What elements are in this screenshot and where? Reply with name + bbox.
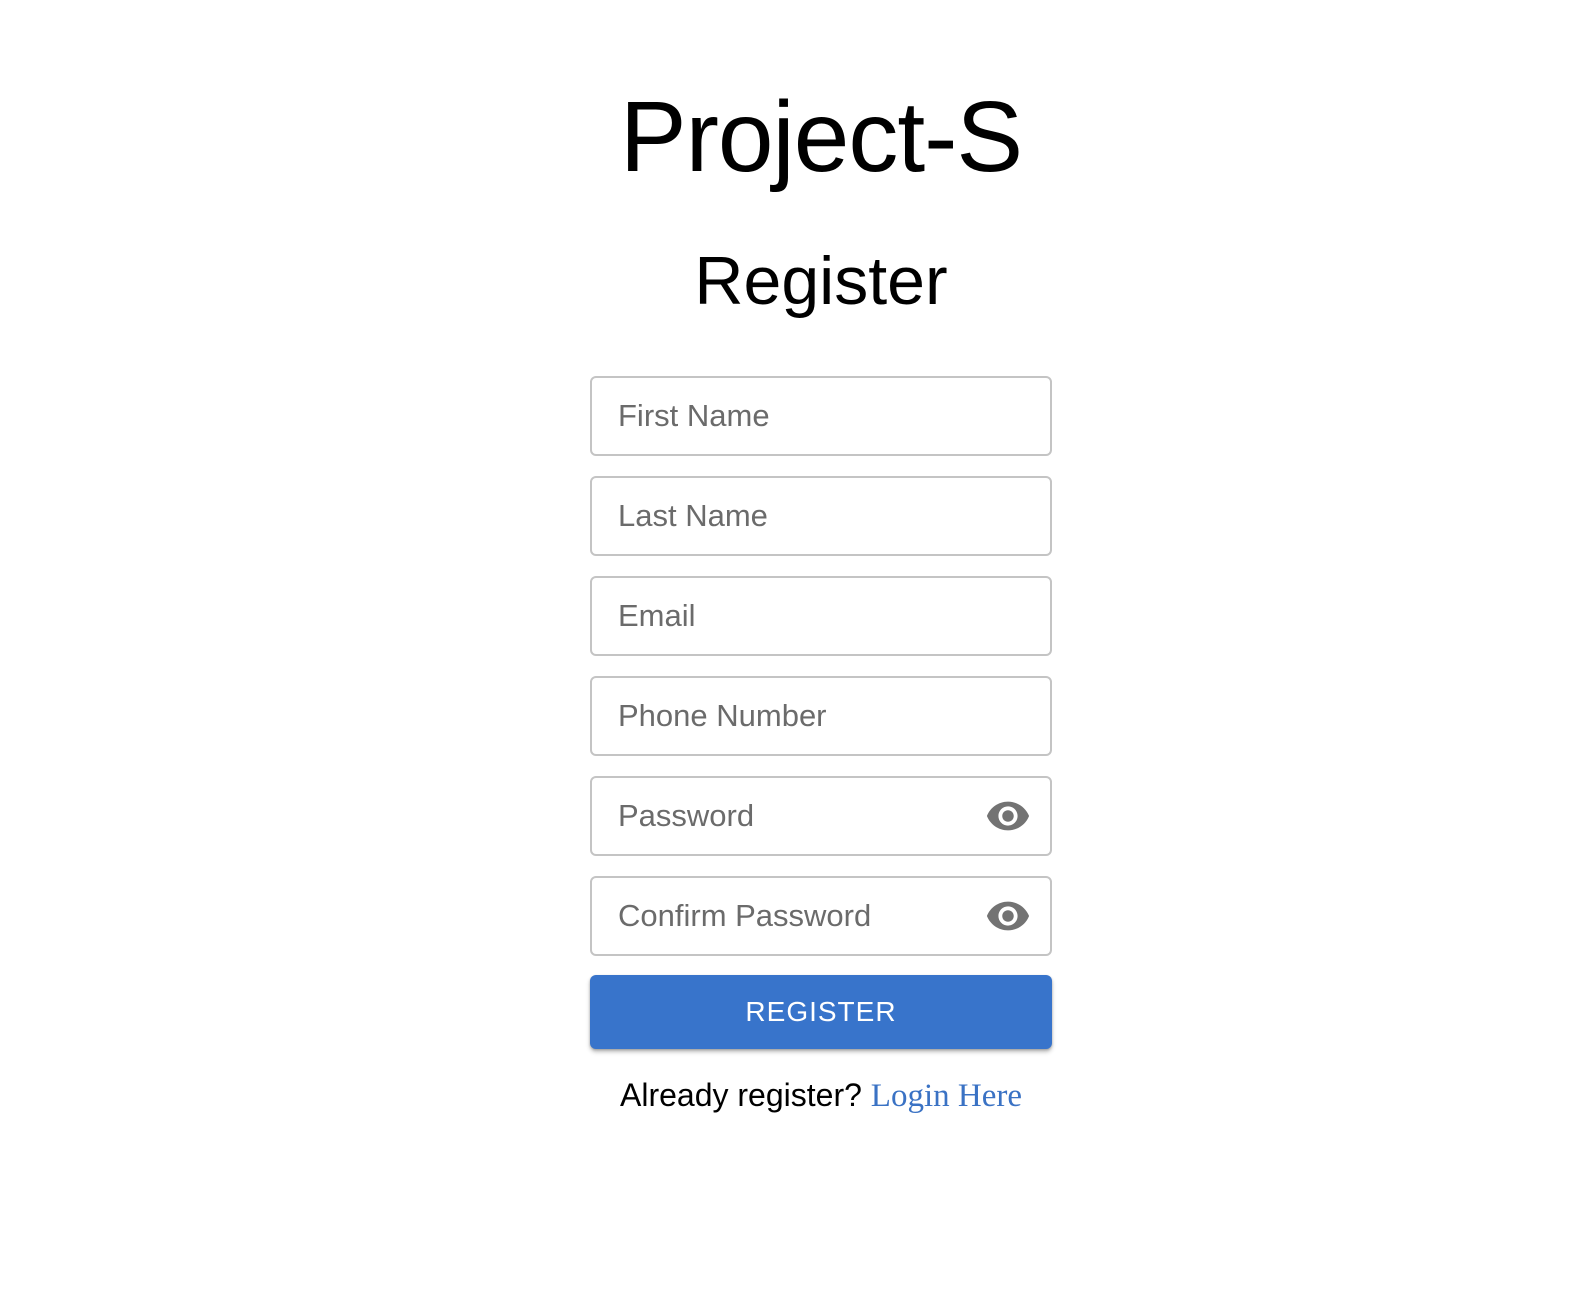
login-here-link[interactable]: Login Here (871, 1078, 1022, 1114)
page-heading: Register (694, 243, 948, 319)
confirm-password-input[interactable] (592, 878, 1050, 954)
confirm-password-visibility-toggle[interactable] (984, 892, 1032, 940)
login-prompt-line: Already register? Login Here (590, 1075, 1052, 1116)
first-name-input[interactable] (592, 378, 1050, 454)
confirm-password-field (590, 876, 1052, 956)
last-name-field (590, 476, 1052, 556)
password-input[interactable] (592, 778, 1050, 854)
register-button[interactable]: REGISTER (590, 975, 1052, 1049)
login-prompt-text: Already register? (620, 1077, 862, 1113)
first-name-field (590, 376, 1052, 456)
phone-number-input[interactable] (592, 678, 1050, 754)
register-form: REGISTER Already register? Login Here (590, 376, 1052, 1116)
password-field (590, 776, 1052, 856)
eye-icon (986, 901, 1030, 931)
eye-icon (986, 801, 1030, 831)
phone-number-field (590, 676, 1052, 756)
email-field (590, 576, 1052, 656)
last-name-input[interactable] (592, 478, 1050, 554)
app-title: Project-S (619, 81, 1023, 193)
password-visibility-toggle[interactable] (984, 792, 1032, 840)
email-input[interactable] (592, 578, 1050, 654)
